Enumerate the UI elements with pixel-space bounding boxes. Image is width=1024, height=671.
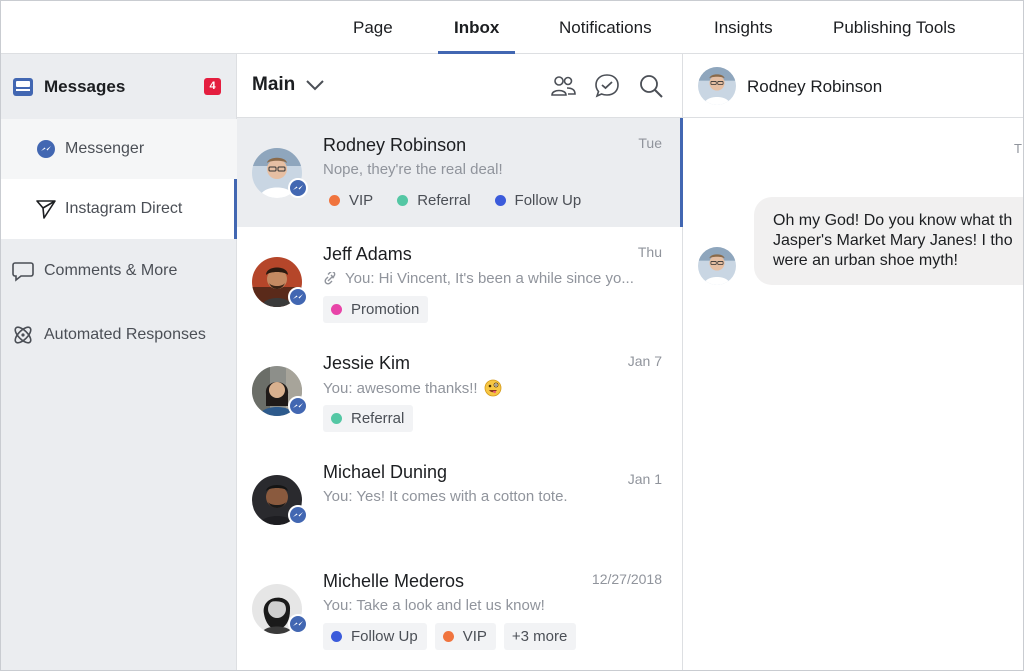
- chat-check-icon[interactable]: [593, 72, 621, 100]
- tag-follow-up[interactable]: Follow Up: [323, 623, 427, 650]
- tab-inbox[interactable]: Inbox: [437, 1, 516, 54]
- folder-title: Main: [252, 74, 296, 95]
- tag-list: Promotion: [323, 296, 429, 323]
- conversation-item[interactable]: Rodney Robinson Tue Nope, they're the re…: [237, 118, 683, 227]
- tab-publishing-tools[interactable]: Publishing Tools: [833, 1, 956, 54]
- tag-dot: [494, 195, 506, 206]
- messenger-badge-icon: [288, 287, 308, 307]
- tag-more[interactable]: +3 more: [503, 623, 577, 650]
- tag-referral[interactable]: Referral: [323, 405, 414, 432]
- tag-dot: [442, 631, 454, 642]
- messenger-badge-icon: [288, 505, 308, 525]
- tag-label: VIP: [349, 192, 374, 209]
- message-bubble[interactable]: Oh my God! Do you know what th Jasper's …: [754, 197, 1023, 285]
- silly-face-emoji-icon: [484, 379, 501, 397]
- top-nav: Page Inbox Notifications Insights Publis…: [1, 1, 1023, 54]
- tag-list: VIP Referral Follow Up: [323, 187, 591, 214]
- comment-bubble-icon: [10, 258, 36, 284]
- list-header: Main: [237, 54, 683, 118]
- people-icon[interactable]: [549, 72, 577, 100]
- message-time: 12/27/2018: [591, 571, 662, 587]
- message-line: Jasper's Market Mary Janes! I tho: [773, 232, 1013, 249]
- conversation-item[interactable]: Jeff Adams Thu You: Hi Vincent, It's bee…: [237, 227, 683, 336]
- sidebar-item-label: Automated Responses: [44, 326, 206, 343]
- contact-name: Rodney Robinson: [323, 135, 467, 155]
- tag-dot: [331, 304, 342, 315]
- chat-pane: Rodney Robinson T Oh my God! Do you know…: [683, 54, 1023, 670]
- sidebar-item-label: Instagram Direct: [65, 200, 183, 217]
- tag-label: Follow Up: [514, 192, 582, 209]
- message-snippet: Nope, they're the real deal!: [323, 161, 503, 178]
- message-snippet: You: awesome thanks!!: [323, 379, 502, 397]
- tag-label: Follow Up: [351, 628, 418, 645]
- messenger-badge-icon: [288, 396, 308, 416]
- tag-label: Referral: [417, 192, 471, 209]
- message-time: Thu: [637, 244, 662, 260]
- sidebar-item-automated-responses[interactable]: Automated Responses: [1, 303, 237, 367]
- tag-vip[interactable]: VIP: [323, 187, 383, 214]
- conversation-item[interactable]: Jessie Kim Jan 7 You: awesome thanks!! R…: [237, 336, 683, 445]
- unread-count-badge: 4: [204, 78, 221, 95]
- tag-dot: [397, 195, 409, 206]
- contact-name: Michelle Mederos: [323, 571, 465, 591]
- tag-dot: [331, 413, 342, 424]
- avatar[interactable]: [698, 67, 736, 105]
- paper-plane-icon: [33, 196, 59, 222]
- tab-insights[interactable]: Insights: [714, 1, 773, 54]
- tag-referral[interactable]: Referral: [391, 187, 480, 214]
- chat-contact-name[interactable]: Rodney Robinson: [747, 77, 882, 97]
- messenger-badge-icon: [288, 178, 308, 198]
- snippet-text: You: Hi Vincent, It's been a while since…: [345, 270, 634, 287]
- sidebar-item-label: Comments & More: [44, 262, 178, 279]
- folder-selector[interactable]: Main: [252, 74, 325, 96]
- conversation-item[interactable]: Michael Duning Jan 1 You: Yes! It comes …: [237, 445, 683, 554]
- message-time: Tue: [638, 135, 662, 151]
- contact-name: Jeff Adams: [323, 244, 412, 264]
- message-line: were an urban shoe myth!: [773, 252, 958, 269]
- tag-list: Follow Up VIP +3 more: [323, 623, 577, 650]
- tag-promotion[interactable]: Promotion: [323, 296, 429, 323]
- sidebar: Messages 4 Messenger Instagram Direct Co…: [1, 54, 237, 670]
- tag-label: Referral: [351, 410, 405, 427]
- tag-label: VIP: [462, 628, 487, 645]
- tag-list: Referral: [323, 405, 414, 432]
- search-icon[interactable]: [637, 72, 665, 100]
- tab-page[interactable]: Page: [353, 1, 393, 54]
- conversation-item[interactable]: Michelle Mederos 12/27/2018 You: Take a …: [237, 554, 683, 663]
- chevron-down-icon: [306, 80, 324, 91]
- message-snippet: You: Hi Vincent, It's been a while since…: [323, 270, 634, 287]
- contact-name: Jessie Kim: [323, 353, 411, 373]
- chat-header: Rodney Robinson: [683, 54, 1023, 118]
- app-frame: Page Inbox Notifications Insights Publis…: [0, 0, 1024, 671]
- sidebar-item-messages[interactable]: Messages 4: [1, 54, 237, 119]
- tag-follow-up[interactable]: Follow Up: [489, 187, 592, 214]
- sidebar-item-comments[interactable]: Comments & More: [1, 239, 237, 303]
- snippet-text: You: awesome thanks!!: [323, 379, 478, 397]
- sidebar-item-messenger[interactable]: Messenger: [1, 119, 237, 179]
- message-snippet: You: Yes! It comes with a cotton tote.: [323, 488, 568, 505]
- message-snippet: You: Take a look and let us know!: [323, 597, 545, 614]
- tag-vip[interactable]: VIP: [434, 623, 496, 650]
- conversation-list: Main Rodney Robinson Tue Nope, they're t…: [237, 54, 683, 670]
- sidebar-item-label: Messages: [44, 76, 126, 96]
- tag-dot: [329, 195, 340, 206]
- tag-dot: [331, 631, 342, 642]
- message-time: Jan 1: [627, 471, 662, 487]
- tab-notifications[interactable]: Notifications: [559, 1, 652, 54]
- sidebar-item-instagram-direct[interactable]: Instagram Direct: [1, 179, 237, 239]
- sidebar-item-label: Messenger: [65, 140, 145, 157]
- atom-icon: [10, 322, 36, 348]
- tag-label: +3 more: [511, 628, 568, 645]
- messenger-icon: [33, 136, 59, 162]
- message-time: Jan 7: [627, 353, 662, 369]
- tag-label: Promotion: [351, 301, 420, 318]
- inbox-tray-icon: [10, 74, 36, 100]
- avatar: [698, 247, 736, 285]
- messenger-badge-icon: [288, 614, 308, 634]
- attachment-link-icon: [324, 271, 336, 285]
- contact-name: Michael Duning: [323, 462, 448, 482]
- chat-timestamp: T: [1014, 141, 1022, 156]
- message-line: Oh my God! Do you know what th: [773, 212, 1013, 229]
